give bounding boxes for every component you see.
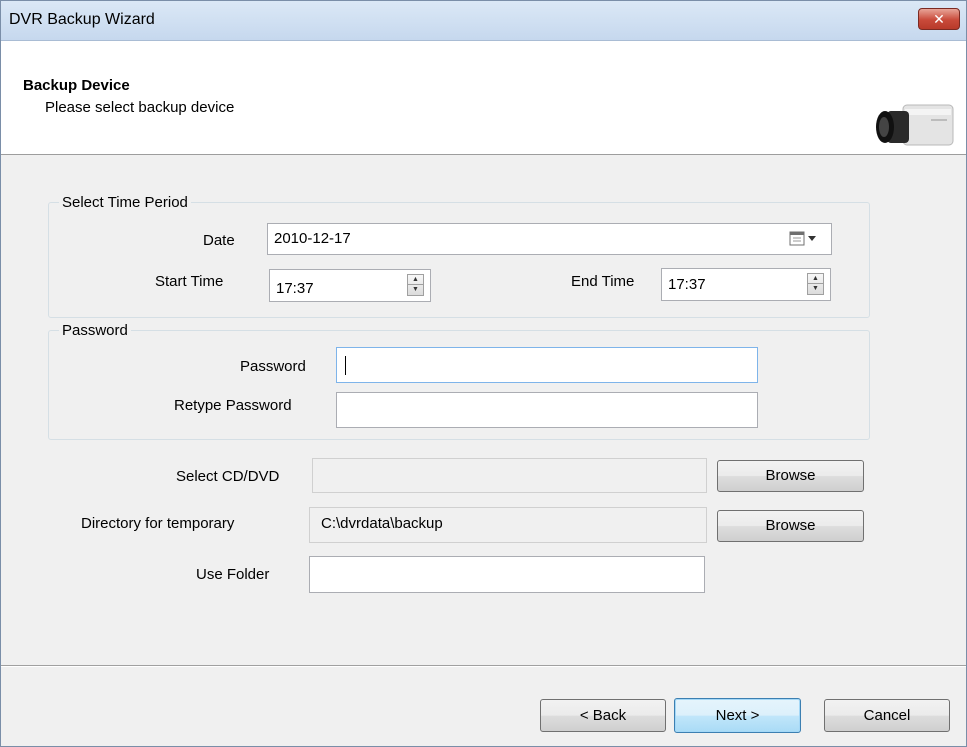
spin-down-icon[interactable]: ▼ bbox=[408, 285, 423, 295]
retype-password-field[interactable] bbox=[336, 392, 758, 428]
date-picker[interactable]: 2010-12-17 bbox=[267, 223, 832, 255]
password-field[interactable] bbox=[336, 347, 758, 383]
date-label: Date bbox=[203, 232, 235, 249]
retype-password-label: Retype Password bbox=[174, 397, 292, 414]
spin-up-icon[interactable]: ▲ bbox=[408, 275, 423, 285]
wizard-header: Backup Device Please select backup devic… bbox=[1, 41, 966, 155]
back-button[interactable]: < Back bbox=[540, 699, 666, 732]
use-folder-label: Use Folder bbox=[196, 566, 270, 583]
start-time-spinner[interactable]: ▲ ▼ bbox=[407, 274, 424, 296]
cancel-button[interactable]: Cancel bbox=[824, 699, 950, 732]
close-button[interactable]: ✕ bbox=[918, 8, 960, 30]
date-value: 2010-12-17 bbox=[274, 230, 351, 247]
browse-temp-directory-button[interactable]: Browse bbox=[717, 510, 864, 542]
window-title: DVR Backup Wizard bbox=[9, 11, 155, 28]
end-time-value: 17:37 bbox=[668, 276, 706, 293]
cd-dvd-field bbox=[312, 458, 707, 493]
footer-divider bbox=[1, 665, 966, 667]
time-period-legend: Select Time Period bbox=[62, 194, 188, 211]
temp-directory-label: Directory for temporary bbox=[81, 515, 235, 532]
start-time-label: Start Time bbox=[155, 273, 224, 290]
select-cd-dvd-label: Select CD/DVD bbox=[176, 468, 280, 485]
end-time-input[interactable]: 17:37 ▲ ▼ bbox=[661, 268, 831, 301]
spin-up-icon[interactable]: ▲ bbox=[808, 274, 823, 284]
browse-cd-dvd-button[interactable]: Browse bbox=[717, 460, 864, 492]
start-time-input[interactable]: 17:37 ▲ ▼ bbox=[269, 269, 431, 302]
end-time-label: End Time bbox=[571, 273, 635, 290]
password-legend: Password bbox=[62, 322, 128, 339]
calendar-dropdown-icon[interactable] bbox=[789, 231, 819, 247]
close-icon: ✕ bbox=[933, 11, 945, 27]
password-label: Password bbox=[240, 358, 306, 375]
start-time-value: 17:37 bbox=[276, 280, 314, 297]
page-subtitle: Please select backup device bbox=[45, 99, 235, 116]
next-button[interactable]: Next > bbox=[674, 698, 801, 733]
end-time-spinner[interactable]: ▲ ▼ bbox=[807, 273, 824, 295]
wizard-content: Select Time Period Date 2010-12-17 Start… bbox=[1, 156, 966, 666]
wizard-window: DVR Backup Wizard ✕ Backup Device Please… bbox=[0, 0, 967, 747]
title-bar: DVR Backup Wizard ✕ bbox=[1, 1, 966, 41]
temp-directory-field: C:\dvrdata\backup bbox=[309, 507, 707, 543]
temp-directory-value: C:\dvrdata\backup bbox=[321, 515, 443, 532]
page-title: Backup Device bbox=[23, 77, 130, 94]
camera-icon bbox=[876, 104, 954, 146]
spin-down-icon[interactable]: ▼ bbox=[808, 284, 823, 294]
use-folder-field[interactable] bbox=[309, 556, 705, 593]
text-caret bbox=[345, 356, 346, 375]
